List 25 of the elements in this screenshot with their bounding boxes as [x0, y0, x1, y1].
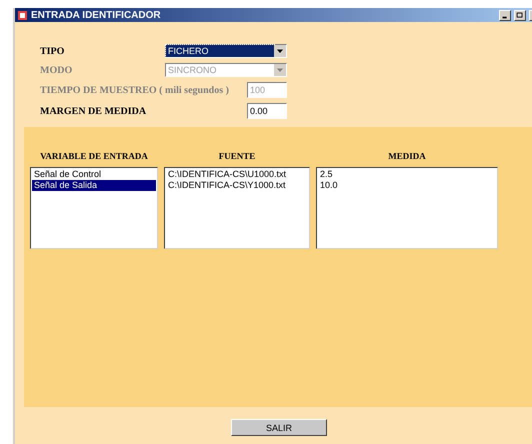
maximize-icon[interactable] — [514, 10, 526, 20]
list-item[interactable]: C:\IDENTIFICA-CS\U1000.txt — [166, 169, 308, 180]
list-box[interactable]: Señal de Control Señal de Salida — [30, 167, 158, 249]
dropdown[interactable]: FICHERO — [165, 44, 287, 58]
column-header: FUENTE — [218, 151, 256, 161]
field-label: TIEMPO DE MUESTREO ( mili segundos ) — [40, 84, 229, 96]
list-box[interactable]: C:\IDENTIFICA-CS\U1000.txt C:\IDENTIFICA-CS\Y1000.txt — [164, 167, 310, 249]
field-label: MODO — [40, 64, 74, 76]
app-icon — [17, 10, 28, 20]
input-field[interactable]: 0.00 — [247, 103, 287, 119]
column-header: VARIABLE DE ENTRADA — [40, 151, 148, 161]
list-item[interactable]: C:\IDENTIFICA-CS\Y1000.txt — [166, 180, 308, 191]
list-item[interactable]: Señal de Control — [32, 169, 156, 180]
column-header: MEDIDA — [388, 151, 426, 161]
caret-icon — [274, 64, 286, 76]
list-box[interactable]: 2.5 10.0 — [316, 167, 498, 249]
field-label: MARGEN DE MEDIDA — [40, 106, 146, 116]
list-item[interactable]: 10.0 — [318, 180, 496, 191]
list-item[interactable]: 2.5 — [318, 169, 496, 180]
minimize-icon[interactable] — [499, 10, 511, 20]
exit-button[interactable]: SALIR — [231, 419, 327, 436]
caret-icon — [274, 45, 286, 57]
window-title: ENTRADA IDENTIFICADOR — [31, 10, 162, 20]
field-label: TIPO — [40, 46, 66, 56]
list-item[interactable]: Señal de Salida — [32, 180, 156, 191]
